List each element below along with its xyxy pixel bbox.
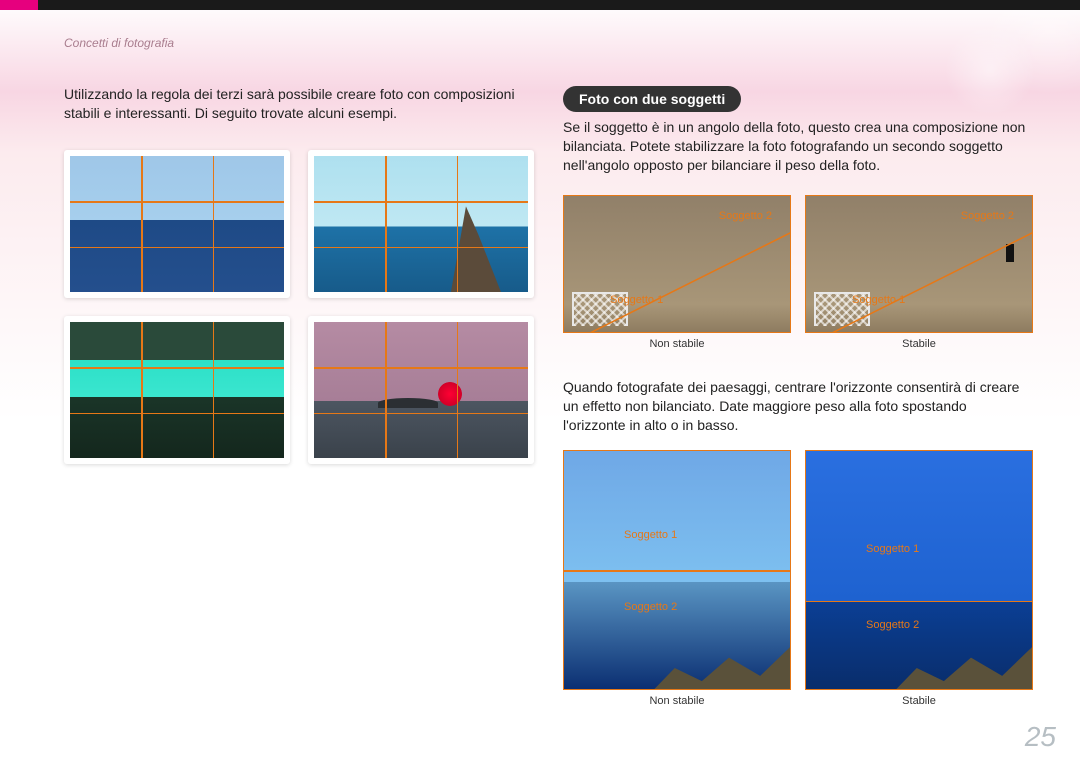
figure-unstable: Soggetto 2 Soggetto 1 Non stabile bbox=[563, 195, 791, 350]
horizon-paragraph: Quando fotografate dei paesaggi, centrar… bbox=[563, 378, 1033, 435]
label-subject1: Soggetto 1 bbox=[610, 294, 663, 306]
thirds-grid bbox=[64, 150, 534, 464]
example-scene-sea-horizon bbox=[70, 156, 284, 292]
figure-unstable: Soggetto 1 Soggetto 2 Non stabile bbox=[563, 450, 791, 707]
island-shape bbox=[378, 398, 438, 408]
scene-horizon-low: Soggetto 1 Soggetto 2 bbox=[805, 450, 1033, 690]
two-subjects-paragraph: Se il soggetto è in un angolo della foto… bbox=[563, 118, 1033, 175]
accent-stripe bbox=[0, 0, 38, 10]
scene-stable: Soggetto 2 Soggetto 1 bbox=[805, 195, 1033, 333]
balance-pair-horizon: Soggetto 1 Soggetto 2 Non stabile Sogget… bbox=[563, 450, 1033, 707]
horizon-line bbox=[806, 601, 1032, 603]
example-thumb bbox=[64, 316, 290, 464]
horizon-line bbox=[564, 570, 790, 572]
grid-overlay bbox=[70, 322, 284, 458]
intro-paragraph: Utilizzando la regola dei terzi sarà pos… bbox=[64, 85, 524, 123]
caption-stable: Stabile bbox=[805, 338, 1033, 350]
coast-shape bbox=[896, 637, 1032, 689]
label-subject2: Soggetto 2 bbox=[719, 210, 772, 222]
figure-stable: Soggetto 1 Soggetto 2 Stabile bbox=[805, 450, 1033, 707]
caption-unstable: Non stabile bbox=[563, 338, 791, 350]
rock-shape bbox=[451, 197, 501, 292]
sun-shape bbox=[438, 382, 462, 406]
label-subject2: Soggetto 2 bbox=[866, 619, 919, 631]
example-thumb bbox=[64, 150, 290, 298]
example-thumb bbox=[308, 316, 534, 464]
label-subject1: Soggetto 1 bbox=[624, 529, 677, 541]
grid-overlay bbox=[70, 156, 284, 292]
label-subject1: Soggetto 1 bbox=[852, 294, 905, 306]
figure-stable: Soggetto 2 Soggetto 1 Stabile bbox=[805, 195, 1033, 350]
page-number: 25 bbox=[1025, 721, 1056, 753]
caption-unstable: Non stabile bbox=[563, 695, 791, 707]
scene-horizon-center: Soggetto 1 Soggetto 2 bbox=[563, 450, 791, 690]
balance-pair-diagonal: Soggetto 2 Soggetto 1 Non stabile Sogget… bbox=[563, 195, 1033, 350]
label-subject2: Soggetto 2 bbox=[624, 601, 677, 613]
label-subject1: Soggetto 1 bbox=[866, 543, 919, 555]
example-thumb bbox=[308, 150, 534, 298]
example-scene-sunset bbox=[314, 322, 528, 458]
example-scene-coast-rock bbox=[314, 156, 528, 292]
breadcrumb: Concetti di fotografia bbox=[64, 36, 174, 50]
scene-unstable: Soggetto 2 Soggetto 1 bbox=[563, 195, 791, 333]
top-bar bbox=[0, 0, 1080, 10]
grid-overlay bbox=[314, 156, 528, 292]
example-scene-lake bbox=[70, 322, 284, 458]
grid-overlay bbox=[314, 322, 528, 458]
caption-stable: Stabile bbox=[805, 695, 1033, 707]
label-subject2: Soggetto 2 bbox=[961, 210, 1014, 222]
section-title: Foto con due soggetti bbox=[563, 86, 741, 112]
coast-shape bbox=[654, 637, 790, 689]
